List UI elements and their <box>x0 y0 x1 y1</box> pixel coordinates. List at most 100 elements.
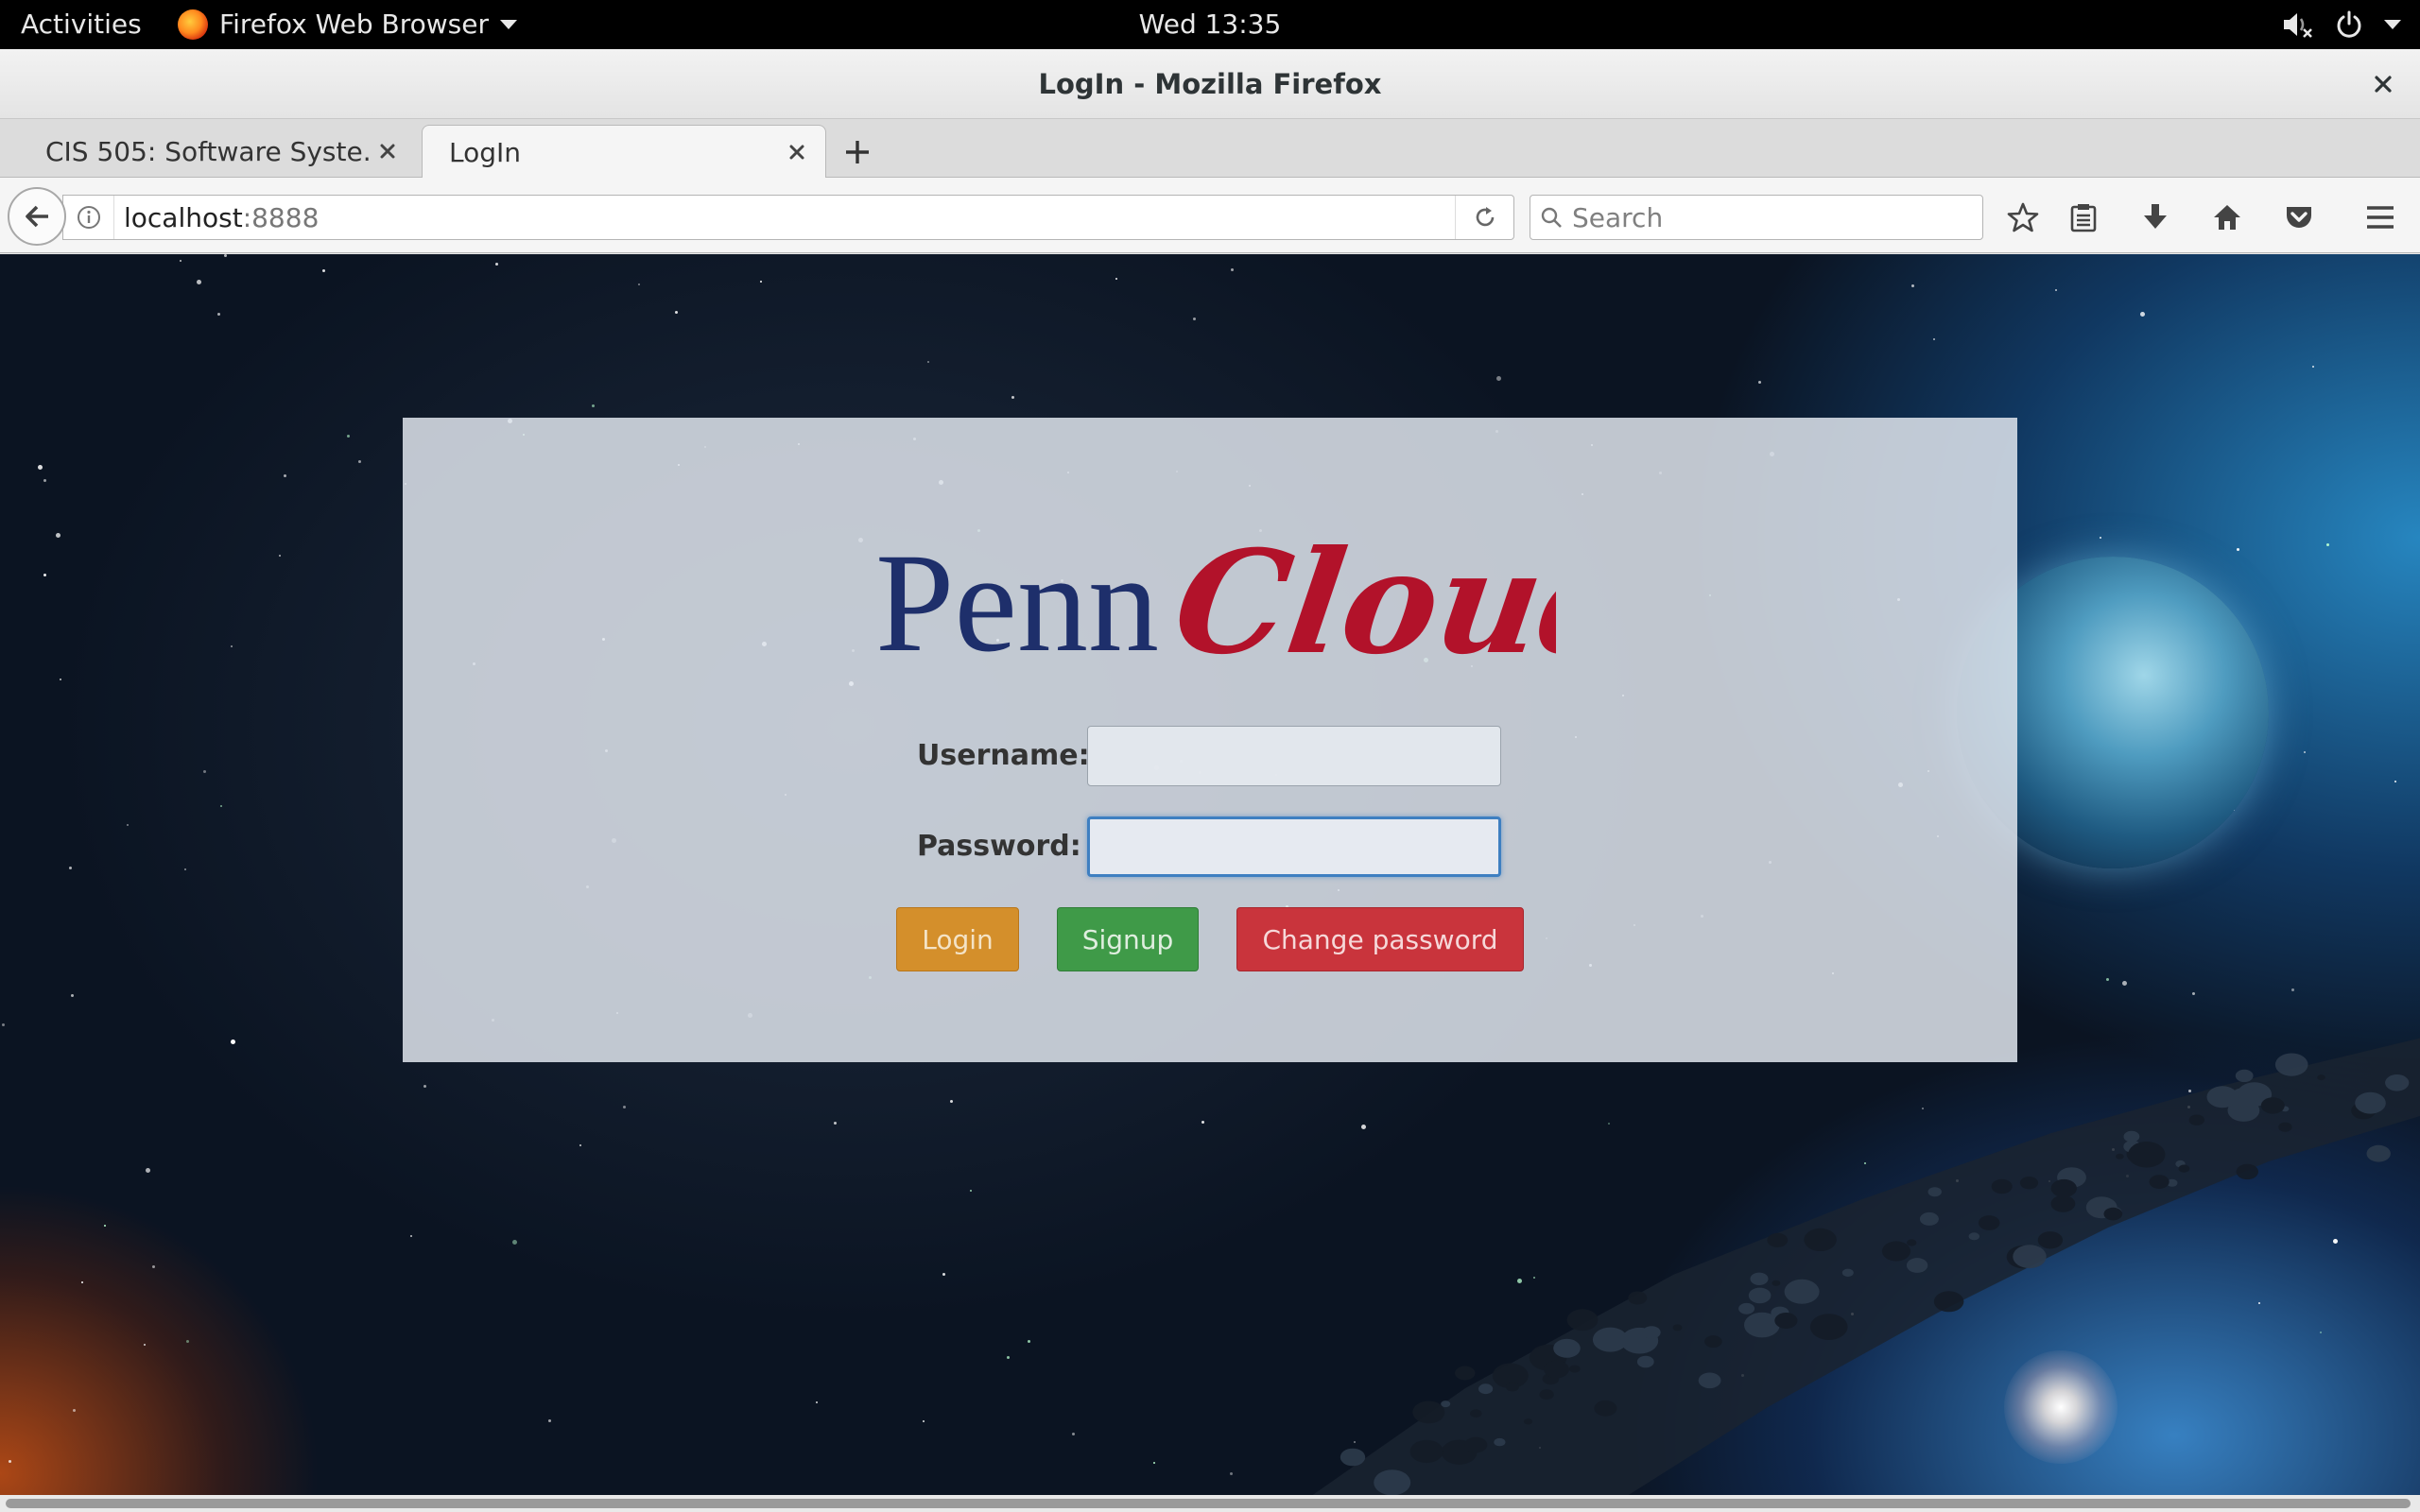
star-dot <box>152 1265 155 1268</box>
star-dot <box>184 868 186 870</box>
star-dot <box>1758 381 1761 384</box>
tab-close-button[interactable] <box>780 135 814 169</box>
star-dot <box>2140 312 2145 317</box>
pocket-button[interactable] <box>2276 195 2322 240</box>
url-port: :8888 <box>242 201 320 233</box>
clock[interactable]: Wed 13:35 <box>1139 9 1282 40</box>
star-dot <box>834 1122 837 1125</box>
star-dot <box>224 254 227 257</box>
app-menu[interactable]: Firefox Web Browser <box>178 0 517 49</box>
open-menu-button[interactable] <box>2358 195 2403 240</box>
star-dot <box>495 263 498 266</box>
star-dot <box>1231 268 1234 271</box>
tab-label: LogIn <box>449 136 522 168</box>
logo-cloud-text: Cloud <box>1166 529 1556 680</box>
info-icon[interactable] <box>63 196 114 239</box>
star-dot <box>2106 978 2109 981</box>
home-button[interactable] <box>2204 195 2250 240</box>
gnome-top-bar: Activities Firefox Web Browser Wed 13:35 <box>0 0 2420 49</box>
star-dot <box>1028 1340 1030 1343</box>
star-dot <box>1911 284 1914 287</box>
power-icon <box>2337 10 2361 38</box>
star-dot <box>548 1419 551 1422</box>
search-bar[interactable] <box>1530 195 1983 240</box>
reload-icon <box>1476 207 1494 227</box>
star-dot <box>71 994 74 997</box>
change-password-button[interactable]: Change password <box>1236 907 1524 971</box>
star-dot <box>73 1409 76 1412</box>
star-dot <box>2394 781 2396 782</box>
star-dot <box>38 465 43 470</box>
star-dot <box>760 281 762 283</box>
window-close-button[interactable] <box>2365 66 2401 102</box>
star-dot <box>579 1144 581 1146</box>
star-dot <box>43 479 46 482</box>
hamburger-menu-icon <box>2367 206 2394 229</box>
star-dot <box>424 1085 426 1088</box>
system-menu[interactable] <box>2282 0 2401 49</box>
star-dot <box>1007 1356 1010 1359</box>
star-dot <box>231 645 233 647</box>
username-row: Username: <box>403 726 2017 786</box>
star-dot <box>347 435 350 438</box>
window-title: LogIn - Mozilla Firefox <box>1038 68 1382 100</box>
close-icon <box>380 144 395 159</box>
search-input[interactable] <box>1572 201 1969 233</box>
star-dot <box>970 1190 972 1192</box>
star-dot <box>358 460 361 463</box>
star-dot <box>284 474 286 477</box>
firefox-icon <box>178 9 208 40</box>
username-input[interactable] <box>1087 726 1501 786</box>
star-dot <box>1011 396 1014 399</box>
tab-close-button[interactable] <box>371 134 405 168</box>
horizontal-scrollbar[interactable] <box>0 1495 2420 1512</box>
star-dot <box>623 1106 626 1108</box>
activities-button[interactable]: Activities <box>21 0 142 49</box>
app-menu-label: Firefox Web Browser <box>219 9 489 40</box>
back-arrow-icon <box>26 205 48 228</box>
download-icon <box>2144 204 2167 229</box>
star-dot <box>2100 537 2101 539</box>
star-dot <box>231 1040 235 1044</box>
star-dot <box>217 313 220 316</box>
signup-button[interactable]: Signup <box>1057 907 1199 971</box>
star-dot <box>279 555 281 557</box>
star-dot <box>146 1168 150 1173</box>
bookmarks-menu-button[interactable] <box>2061 195 2106 240</box>
star-dot <box>1072 1433 1075 1435</box>
plus-icon <box>846 141 869 163</box>
tab-label: CIS 505: Software Syste... <box>45 135 371 167</box>
window-titlebar[interactable]: LogIn - Mozilla Firefox <box>0 49 2420 119</box>
close-icon <box>2375 76 2392 93</box>
new-tab-button[interactable] <box>836 130 879 174</box>
star-dot <box>512 1240 517 1245</box>
star-dot <box>1933 338 1935 340</box>
scrollbar-thumb[interactable] <box>6 1499 2411 1508</box>
star-dot <box>1115 278 1117 280</box>
star-dot <box>144 1344 146 1346</box>
password-input[interactable] <box>1087 816 1501 877</box>
url-host: localhost <box>124 201 243 233</box>
downloads-button[interactable] <box>2133 195 2178 240</box>
bookmarks-list-icon <box>2070 204 2097 232</box>
reload-button[interactable] <box>1455 196 1513 239</box>
star-dot <box>927 361 929 363</box>
url-bar[interactable]: localhost:8888 <box>62 195 1514 240</box>
close-icon <box>789 145 804 160</box>
login-button[interactable]: Login <box>896 907 1019 971</box>
star-dot <box>203 770 206 773</box>
bookmark-star-button[interactable] <box>2000 195 2046 240</box>
star-dot <box>2291 988 2294 991</box>
star-dot <box>322 269 325 272</box>
star-dot <box>220 805 222 807</box>
star-dot <box>2237 548 2239 551</box>
volume-muted-icon <box>2284 13 2312 38</box>
back-button[interactable] <box>8 187 66 246</box>
search-icon <box>1530 206 1572 229</box>
star-dot <box>197 280 201 284</box>
tab-login[interactable]: LogIn <box>422 125 826 179</box>
star-dot <box>9 1460 11 1463</box>
tab-cis505[interactable]: CIS 505: Software Syste... <box>19 125 416 178</box>
star-dot <box>592 404 595 407</box>
star-dot <box>1153 1462 1155 1464</box>
